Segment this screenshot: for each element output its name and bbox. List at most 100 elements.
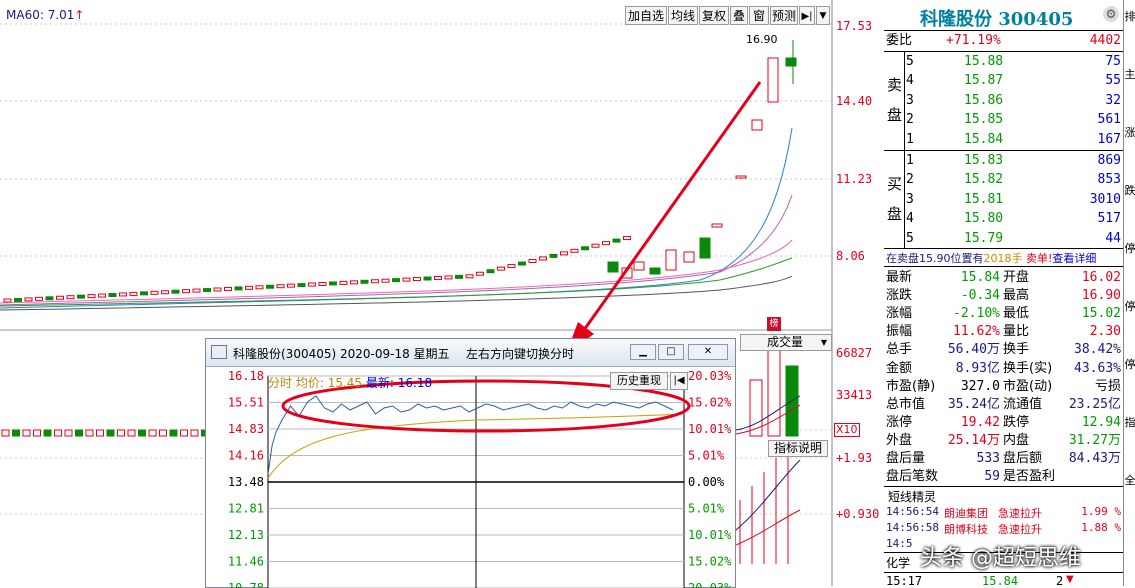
candle (360, 279, 369, 284)
side-tab[interactable]: 停 (1124, 356, 1135, 372)
chip-badge[interactable]: 榜 (767, 317, 781, 331)
maximize-button[interactable]: □ (658, 344, 684, 360)
candle (119, 292, 127, 297)
intraday-pct-label: 5.01% (688, 502, 725, 516)
sector-label: 化学 (886, 556, 911, 570)
stock-header: 科隆股份 300405 ⚙ (884, 0, 1123, 30)
candle (711, 223, 723, 228)
intraday-price-label: 14.83 (228, 422, 264, 436)
side-tab[interactable]: 停 (1124, 240, 1135, 256)
candle (245, 285, 253, 290)
volume-bar (127, 429, 136, 437)
volume-bar (12, 429, 20, 437)
dropdown-icon[interactable]: ▼ (816, 6, 830, 25)
volume-axis-label: 33413 (836, 388, 873, 402)
indicator-help-button[interactable]: 指标说明 (768, 440, 828, 457)
minimize-button[interactable]: ▁ (630, 344, 656, 360)
intraday-pct-label: 5.01% (688, 449, 725, 463)
intraday-popup[interactable]: 科隆股份(300405) 2020-09-18 星期五 左右方向键切换分时 ▁ … (205, 338, 736, 588)
candle (528, 259, 537, 263)
candle (318, 282, 327, 286)
stat-row: 涨停 19.42 跌停 12.94 (886, 414, 1121, 430)
arrow-bar-icon[interactable]: ▶| (799, 6, 815, 25)
candle (486, 269, 495, 274)
ask-row[interactable]: 2 15.85 561 (906, 110, 1121, 129)
close-button[interactable]: ✕ (688, 344, 728, 360)
volume-scale-badge: X10 (834, 423, 860, 437)
ask-row[interactable]: 4 15.87 55 (906, 71, 1121, 90)
candle (276, 284, 285, 289)
history-replay-button[interactable]: 历史重现 (610, 372, 668, 390)
candle (607, 261, 619, 273)
candle (339, 280, 348, 285)
volume-indicator-selector[interactable]: 成交量 ▼ (740, 334, 832, 351)
volume-bar (148, 429, 157, 437)
overlay-button[interactable]: 叠 (730, 6, 748, 25)
bid-row[interactable]: 4 15.80 517 (906, 209, 1121, 228)
volume-bar (169, 429, 178, 437)
side-tab[interactable]: 跌 (1124, 182, 1135, 198)
side-tab-strip[interactable]: 排主涨跌停停停指全 (1123, 0, 1135, 586)
bid-row[interactable]: 2 15.82 853 (906, 170, 1121, 189)
forecast-button[interactable]: 预测 (770, 6, 798, 25)
indicator-line (735, 459, 801, 531)
candle (735, 175, 747, 179)
intraday-pct-label: 15.02% (688, 396, 732, 410)
gear-icon[interactable]: ⚙ (1103, 6, 1119, 22)
big-order-notice[interactable]: 在卖盘15.90位置有2018手 卖单!查看详细 (886, 250, 1123, 266)
candle (350, 280, 358, 285)
candle (171, 289, 180, 294)
intraday-pct-label: 0.00% (688, 475, 725, 489)
side-tab[interactable]: 全 (1124, 472, 1135, 488)
collapse-icon[interactable]: |◀ (670, 372, 688, 390)
window-button[interactable]: 窗 (749, 6, 769, 25)
volume-bar (159, 429, 167, 437)
intraday-chart[interactable]: 16.18 20.03% 15.51 15.02% 14.83 10.01% 14.16 5.… (206, 366, 735, 588)
indicator-axis-label: +1.93 (836, 451, 873, 465)
candle (182, 289, 190, 294)
popup-titlebar[interactable]: 科隆股份(300405) 2020-09-18 星期五 左右方向键切换分时 ▁ … (206, 339, 735, 367)
candle (24, 297, 33, 302)
candle (392, 278, 400, 283)
volume-bar (767, 349, 781, 437)
side-tab[interactable]: 指 (1124, 414, 1135, 430)
candle (287, 283, 295, 288)
ask-row[interactable]: 1 15.84 167 (906, 130, 1121, 149)
side-tab[interactable]: 排 (1124, 8, 1135, 24)
candle (591, 243, 600, 248)
add-favorite-button[interactable]: 加自选 (625, 6, 667, 25)
side-tab[interactable]: 涨 (1124, 124, 1135, 140)
bid-row[interactable]: 3 15.81 3010 (906, 190, 1121, 209)
stat-row: 盘后量 533 盘后额 84.43万 (886, 451, 1121, 466)
candle (129, 291, 138, 296)
candle (649, 267, 661, 275)
candle (444, 275, 453, 280)
candle (87, 294, 96, 299)
intraday-pct-label: 20.03% (688, 369, 732, 383)
intraday-price-label: 10.78 (228, 581, 264, 588)
candle (77, 294, 85, 299)
price-axis-label: 14.40 (836, 94, 873, 108)
buy-side-label: 买 (887, 175, 903, 193)
side-tab[interactable]: 主 (1124, 66, 1135, 82)
watermark-text: 头条 @超短思维 (920, 546, 1081, 571)
intraday-price-label: 13.48 (228, 475, 264, 489)
ask-row[interactable]: 5 15.88 75 (906, 52, 1121, 71)
intraday-legend: 分时 均价: 15.45 最新: 16.18 (268, 376, 433, 390)
candle (507, 264, 516, 269)
candle (108, 293, 117, 297)
popup-title: 科隆股份(300405) 2020-09-18 星期五 (233, 347, 450, 361)
intraday-pct-label: 20.03% (688, 581, 732, 588)
candle (623, 236, 631, 241)
ma-button[interactable]: 均线 (668, 6, 698, 25)
candle (381, 278, 390, 283)
candle (581, 246, 589, 251)
stats-table: 最新 15.84 开盘 16.02 涨跌 -0.34 最高 16.90 涨幅 -2.10% 最低 15… (884, 268, 1123, 488)
bid-row[interactable]: 1 15.83 869 (906, 151, 1121, 170)
side-tab[interactable]: 停 (1124, 298, 1135, 314)
ask-row[interactable]: 3 15.86 32 (906, 91, 1121, 110)
price-axis-label: 11.23 (836, 172, 873, 186)
candle (402, 277, 411, 282)
bid-row[interactable]: 5 15.79 44 (906, 229, 1121, 248)
adjust-button[interactable]: 复权 (699, 6, 729, 25)
